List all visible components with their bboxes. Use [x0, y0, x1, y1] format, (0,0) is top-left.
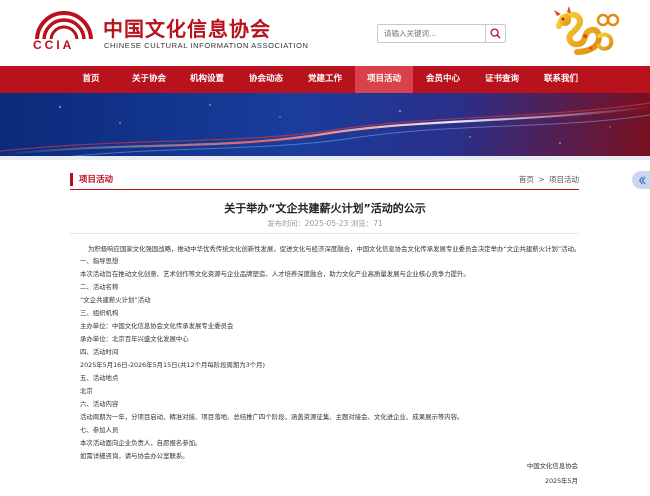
paragraph-contact: 如需详细咨询，请与协会办公室联系。: [80, 452, 189, 460]
heading-4: 四、活动时间: [80, 348, 119, 356]
article-meta: 发布时间：2025-05-23 浏览：71: [267, 219, 383, 228]
nav-members[interactable]: 会员中心: [419, 66, 467, 93]
paragraph-5: 北京: [80, 387, 93, 395]
floating-side-button[interactable]: [632, 171, 650, 189]
heading-6: 六、活动内容: [80, 400, 119, 408]
section-title: 项目活动: [79, 175, 114, 185]
paragraph-2: “文企共建薪火计划”活动: [80, 296, 151, 304]
logo-arc-icon: [33, 11, 95, 42]
logo-text: CCIA: [33, 38, 75, 52]
paragraph-4: 2025年5月16日-2026年5月15日(共12个月每阶段周期为3个月): [80, 361, 266, 369]
article-title: 关于举办“文企共建薪火计划”活动的公示: [224, 202, 426, 215]
heading-2: 二、活动名称: [80, 283, 119, 291]
heading-3: 三、组织机构: [80, 309, 119, 317]
breadcrumb-separator: >: [538, 175, 545, 184]
nav-organization[interactable]: 机构设置: [183, 66, 231, 93]
paragraph-7: 本次活动面向企业负责人，自愿报名参加。: [80, 439, 202, 447]
nav-party[interactable]: 党建工作: [300, 66, 350, 93]
dragon-mascot-icon: [554, 6, 619, 55]
nav-home[interactable]: 首页: [72, 66, 110, 93]
breadcrumb-current[interactable]: 项目活动: [549, 175, 579, 184]
main-nav: 首页 关于协会 机构设置 协会动态 党建工作 项目活动 会员中心 证书查询 联系…: [0, 66, 650, 93]
section-divider: [70, 189, 579, 190]
section-header: 项目活动 首页 > 项目活动: [70, 172, 579, 187]
section-marker: [70, 173, 73, 186]
heading-1: 一、指导思想: [80, 257, 119, 265]
heading-5: 五、活动地点: [80, 374, 119, 382]
paragraph-3a: 主办单位：中国文化信息协会文化传承发展专业委员会: [80, 322, 234, 330]
banner-image: [0, 93, 650, 160]
search-button[interactable]: [485, 25, 505, 42]
ccia-logo[interactable]: CCIA: [33, 8, 95, 54]
signature-org: 中国文化信息协会: [526, 462, 578, 470]
paragraph-1: 本次活动旨在推动文化创意、艺术创作等文化资源与企业品牌塑造、人才培养深度融合，助…: [80, 270, 470, 278]
nav-about[interactable]: 关于协会: [125, 66, 173, 93]
search-box: [377, 24, 506, 43]
paragraph-6: 活动周期为一年，分项目启动、精准对接、项目落地、总结推广四个阶段，涵盖资源征集、…: [80, 413, 464, 421]
nav-projects[interactable]: 项目活动: [355, 66, 413, 93]
hero-banner: [0, 93, 650, 160]
breadcrumb-home[interactable]: 首页: [519, 175, 534, 184]
heading-7: 七、参加人员: [80, 426, 119, 434]
article-divider: [70, 233, 579, 234]
signature-date: 2025年5月: [544, 477, 578, 485]
paragraph-3b: 承办单位：北京百年兴盛文化发展中心: [80, 335, 189, 343]
nav-certificate[interactable]: 证书查询: [478, 66, 526, 93]
chevron-left-icon: [638, 176, 646, 184]
breadcrumb: 首页 > 项目活动: [517, 174, 579, 185]
paragraph-intro: 为积极响应国家文化强国战略，推动中华优秀传统文化创新性发展，促进文化与经济深度融…: [88, 245, 581, 253]
search-input[interactable]: [378, 25, 484, 42]
search-icon: [490, 28, 501, 39]
org-name-en: CHINESE CULTURAL INFORMATION ASSOCIATION: [104, 41, 309, 50]
nav-contact[interactable]: 联系我们: [536, 66, 586, 93]
org-name-cn: 中国文化信息协会: [103, 17, 271, 41]
site-header: CCIA 中国文化信息协会 CHINESE CULTURAL INFORMATI…: [0, 0, 650, 66]
nav-news[interactable]: 协会动态: [242, 66, 290, 93]
